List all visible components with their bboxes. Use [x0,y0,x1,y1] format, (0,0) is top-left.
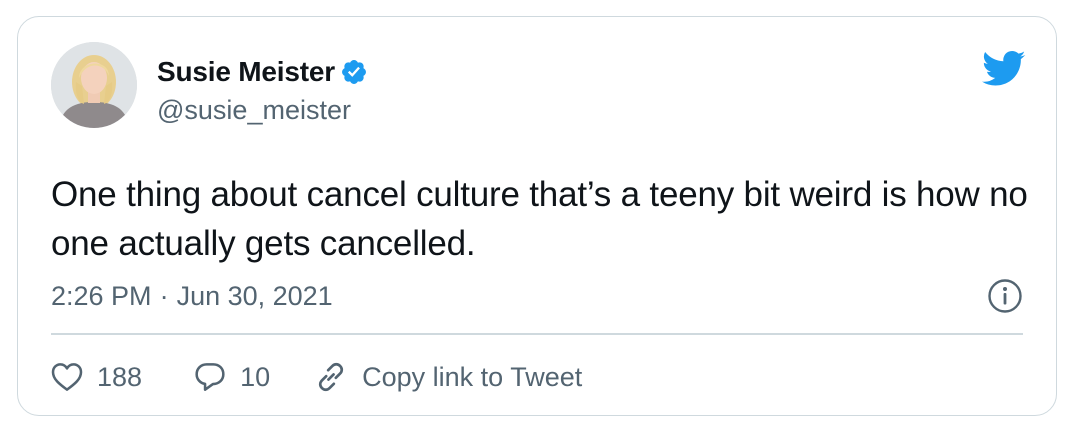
tweet-timestamp[interactable]: 2:26 PM · Jun 30, 2021 [51,281,333,312]
like-button[interactable]: 188 [51,362,142,393]
reply-bubble-icon [194,361,226,393]
verified-badge-icon [340,58,368,86]
tweet-text: One thing about cancel culture that’s a … [51,175,1028,263]
author-display-name[interactable]: Susie Meister [157,56,335,88]
copy-link-label: Copy link to Tweet [362,361,583,392]
like-count: 188 [97,361,143,392]
reply-button[interactable]: 10 [194,361,270,393]
divider [51,333,1023,335]
timestamp-separator: · [159,281,169,311]
twitter-bird-icon[interactable] [982,50,1026,88]
tweet-date: Jun 30, 2021 [176,281,333,311]
tweet-time: 2:26 PM [51,281,152,311]
link-icon [314,360,348,394]
author-handle[interactable]: @susie_meister [157,95,351,126]
author-name-row: Susie Meister [157,55,368,89]
avatar[interactable] [51,42,137,128]
heart-icon [51,362,83,392]
info-icon[interactable] [987,278,1023,314]
tweet-actions: 188 10 Copy link to Tweet [51,354,582,400]
reply-count: 10 [240,361,271,392]
tweet-card: Susie Meister @susie_meister One thing a… [17,16,1057,416]
copy-link-button[interactable]: Copy link to Tweet [314,360,582,394]
